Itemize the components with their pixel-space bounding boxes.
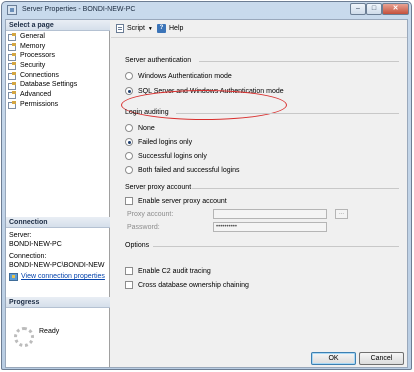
- maximize-button[interactable]: □: [366, 3, 382, 15]
- page-icon: [8, 72, 17, 81]
- cross-db-label: Cross database ownership chaining: [138, 281, 249, 289]
- radio-button-icon[interactable]: [125, 72, 133, 80]
- server-label: Server:: [9, 232, 32, 239]
- page-icon: [8, 101, 17, 110]
- section-divider: [199, 61, 399, 62]
- server-proxy-title: Server proxy account: [125, 184, 192, 191]
- audit-both-radio[interactable]: Both failed and successful logins: [125, 166, 240, 174]
- page-icon: [8, 91, 17, 100]
- page-icon: [8, 62, 17, 71]
- help-label: Help: [169, 25, 184, 32]
- right-pane: Script ▼ ? Help Server authentication Wi…: [111, 20, 407, 350]
- enable-proxy-checkbox[interactable]: Enable server proxy account: [125, 197, 227, 205]
- section-divider: [192, 188, 399, 189]
- view-connection-properties-link[interactable]: View connection properties: [9, 273, 109, 282]
- page-icon: [8, 43, 17, 52]
- audit-both-label: Both failed and successful logins: [138, 166, 240, 174]
- connection-label: Connection:: [9, 253, 47, 260]
- browse-proxy-button[interactable]: ...: [335, 209, 348, 219]
- checkbox-icon[interactable]: [125, 281, 133, 289]
- page-item-label: Connections: [20, 71, 59, 79]
- page-item-label: Security: [20, 62, 46, 70]
- progress-spinner-icon: [14, 327, 34, 347]
- connection-value: BONDI-NEW-PC\BONDI-NEW: [9, 261, 105, 269]
- progress-header: Progress: [6, 297, 110, 308]
- password-label: Password:: [127, 224, 160, 231]
- page-icon: [8, 81, 17, 90]
- page-item-label: Database Settings: [20, 81, 78, 89]
- password-field[interactable]: ••••••••••: [213, 222, 327, 232]
- page-item-label: Permissions: [20, 100, 59, 108]
- help-button[interactable]: ? Help: [157, 24, 183, 33]
- audit-failed-label: Failed logins only: [138, 138, 193, 146]
- view-connection-properties-label: View connection properties: [21, 273, 105, 280]
- page-icon: [8, 33, 17, 42]
- c2-audit-label: Enable C2 audit tracing: [138, 267, 211, 275]
- page-item-label: General: [20, 33, 45, 40]
- radio-button-icon[interactable]: [125, 124, 133, 132]
- c2-audit-checkbox[interactable]: Enable C2 audit tracing: [125, 267, 211, 275]
- page-item-general[interactable]: General: [8, 32, 108, 42]
- server-properties-window: Server Properties - BONDI-NEW-PC – □ ✕ S…: [1, 1, 412, 370]
- connection-header: Connection: [6, 217, 110, 228]
- page-item-memory[interactable]: Memory: [8, 42, 108, 52]
- audit-none-label: None: [138, 124, 155, 132]
- checkbox-icon[interactable]: [125, 267, 133, 275]
- page-item-label: Processors: [20, 52, 56, 60]
- close-button[interactable]: ✕: [382, 3, 409, 15]
- windows-auth-radio[interactable]: Windows Authentication mode: [125, 72, 232, 80]
- cancel-button[interactable]: Cancel: [359, 352, 404, 365]
- proxy-account-label: Proxy account:: [127, 211, 174, 218]
- page-icon: [8, 52, 17, 61]
- page-list: General Memory Processors Security Conne…: [8, 32, 108, 110]
- script-icon: [116, 24, 124, 33]
- radio-button-selected-icon[interactable]: [125, 138, 133, 146]
- proxy-account-field[interactable]: [213, 209, 327, 219]
- page-item-label: Advanced: [20, 91, 52, 99]
- connection-properties-icon: [9, 273, 18, 282]
- app-icon: [7, 5, 17, 15]
- checkbox-icon[interactable]: [125, 197, 133, 205]
- radio-button-icon[interactable]: [125, 166, 133, 174]
- dialog-client-area: Select a page General Memory Processors …: [5, 19, 408, 368]
- connection-info: Server: BONDI-NEW-PC Connection: BONDI-N…: [9, 232, 109, 282]
- page-item-permissions[interactable]: Permissions: [8, 100, 108, 110]
- windows-auth-label: Windows Authentication mode: [138, 72, 232, 80]
- page-item-connections[interactable]: Connections: [8, 71, 108, 81]
- server-authentication-title: Server authentication: [125, 57, 192, 64]
- minimize-button[interactable]: –: [350, 3, 366, 15]
- audit-successful-label: Successful logins only: [138, 152, 207, 160]
- login-auditing-title: Login auditing: [125, 109, 169, 116]
- page-item-security[interactable]: Security: [8, 61, 108, 71]
- page-item-database-settings[interactable]: Database Settings: [8, 80, 108, 90]
- help-icon: ?: [157, 24, 166, 33]
- audit-none-radio[interactable]: None: [125, 124, 155, 132]
- section-divider: [176, 113, 399, 114]
- audit-failed-radio[interactable]: Failed logins only: [125, 138, 192, 146]
- radio-button-icon[interactable]: [125, 152, 133, 160]
- script-label: Script: [127, 25, 145, 32]
- page-item-label: Memory: [20, 42, 46, 50]
- toolbar: Script ▼ ? Help: [111, 20, 407, 38]
- radio-button-selected-icon[interactable]: [125, 87, 133, 95]
- script-button[interactable]: Script ▼: [116, 24, 153, 33]
- options-title: Options: [125, 242, 150, 249]
- chevron-down-icon[interactable]: ▼: [148, 26, 153, 32]
- page-item-advanced[interactable]: Advanced: [8, 90, 108, 100]
- title-bar[interactable]: Server Properties - BONDI-NEW-PC – □ ✕: [2, 2, 411, 19]
- audit-successful-radio[interactable]: Successful logins only: [125, 152, 207, 160]
- left-pane: Select a page General Memory Processors …: [6, 20, 110, 367]
- window-title: Server Properties - BONDI-NEW-PC: [22, 6, 136, 13]
- ok-button[interactable]: OK: [311, 352, 356, 365]
- server-value: BONDI-NEW-PC: [9, 240, 62, 248]
- page-item-processors[interactable]: Processors: [8, 51, 108, 61]
- cross-db-checkbox[interactable]: Cross database ownership chaining: [125, 281, 249, 289]
- progress-status: Ready: [39, 328, 60, 335]
- section-divider: [153, 246, 399, 247]
- select-page-header: Select a page: [6, 20, 110, 31]
- enable-proxy-label: Enable server proxy account: [138, 197, 227, 205]
